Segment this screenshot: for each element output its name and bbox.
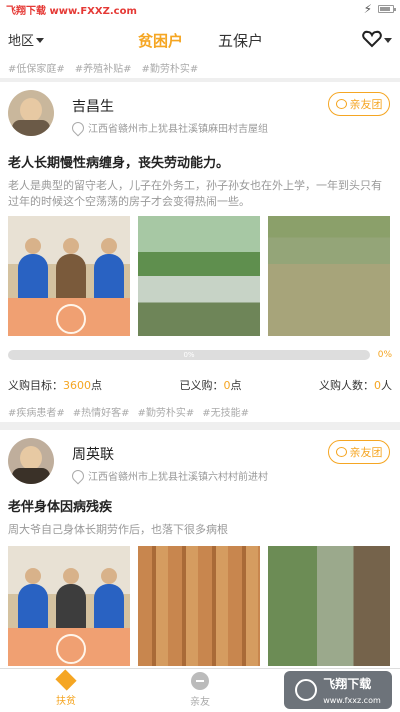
photo-row [8,216,392,336]
progress-bar: 0% [8,350,370,360]
photo-team[interactable] [8,216,130,336]
location: 江西省赣州市上犹县社溪镇六村村前进村 [69,467,268,484]
nav-friends-label: 亲友 [190,697,210,708]
photo-field[interactable] [268,216,390,336]
nav-friends[interactable]: 亲友 [170,672,230,708]
filter-tag[interactable]: #养殖补贴# [75,60,132,75]
card-tag[interactable]: #无技能# [202,404,249,419]
top-nav: 地区 贫困户 五保户 [0,18,400,58]
filter-tags: #低保家庭# #养殖补贴# #勤劳朴实# [0,56,400,78]
bottom-nav: 扶贫 亲友 飞翔下载 www.fxxz.com [0,668,400,712]
logo-text: 飞翔下载 www.fxxz.com [323,676,381,705]
relatives-button-label: 亲友团 [349,98,383,111]
card-tag[interactable]: #热情好客# [73,404,130,419]
nav-help[interactable]: 扶贫 [36,669,96,707]
person-name: 吉昌生 [72,99,114,115]
progress-percent: 0% [377,350,392,360]
location-pin-icon [69,467,87,484]
status-bar: 飞翔下载 www.FXXZ.com ⚡ [0,0,400,18]
description: 周大爷自己身体长期劳作后，也落下很多病根 [8,523,228,536]
caret-down-icon [384,37,392,43]
person-name: 周英联 [72,447,114,463]
household-card[interactable]: 吉昌生 江西省赣州市上犹县社溪镇麻田村吉屋组 亲友团 老人长期慢性病缠身，丧失劳… [0,82,400,422]
location: 江西省赣州市上犹县社溪镇麻田村吉屋组 [69,119,268,136]
relatives-group-button[interactable]: 亲友团 [328,92,390,116]
charging-icon: ⚡ [363,2,372,16]
chat-icon [335,447,347,457]
purchased-stat: 已义购：0点 [179,379,242,392]
photo-river[interactable] [138,216,260,336]
card-tag[interactable]: #勤劳朴实# [138,404,195,419]
target-stat: 义购目标：3600点 [8,379,102,392]
tab-poor-households[interactable]: 贫困户 [138,30,183,58]
location-text: 江西省赣州市上犹县社溪镇麻田村吉屋组 [88,124,268,135]
location-pin-icon [69,119,87,136]
progress-inner-label: 0% [183,351,195,359]
avatar[interactable] [8,438,54,484]
household-card[interactable]: 周英联 江西省赣州市上犹县社溪镇六村村前进村 亲友团 老伴身体因病残疾 周大爷自… [0,430,400,670]
region-label: 地区 [8,34,35,49]
card-tags: #疾病患者# #热情好客# #勤劳朴实# #无技能# [8,404,249,419]
nav-help-label: 扶贫 [56,696,76,707]
card-tag[interactable]: #疾病患者# [8,404,65,419]
caret-down-icon [36,38,45,43]
watermark-logo: 飞翔下载 www.fxxz.com [284,671,392,709]
location-text: 江西省赣州市上犹县社溪镇六村村前进村 [88,472,268,483]
heart-filter-button[interactable] [362,30,392,48]
avatar[interactable] [8,90,54,136]
friends-icon [191,672,209,690]
headline: 老伴身体因病残疾 [8,500,113,515]
photo-firewood[interactable] [138,546,260,666]
region-selector[interactable]: 地区 [8,30,45,49]
battery-icon [378,5,396,13]
photo-team[interactable] [8,546,130,666]
filter-tag[interactable]: #低保家庭# [8,60,65,75]
relatives-group-button[interactable]: 亲友团 [328,440,390,464]
relatives-button-label: 亲友团 [349,446,383,459]
tab-five-guarantee[interactable]: 五保户 [218,30,263,51]
count-stat: 义购人数：0人 [319,379,392,392]
photo-garden[interactable] [268,546,390,666]
status-icons: ⚡ [363,2,396,16]
chat-icon [335,99,347,109]
filter-tag[interactable]: #勤劳朴实# [142,60,199,75]
description: 老人是典型的留守老人，儿子在外务工，孙子孙女也在外上学，一年到头只有过年的时候这… [8,179,382,208]
stats-row: 义购目标：3600点 已义购：0点 义购人数：0人 [8,377,392,393]
heart-icon [55,669,77,691]
logo-mark-icon [295,679,318,701]
photo-row [8,546,392,666]
watermark-text: 飞翔下载 www.FXXZ.com [6,5,137,17]
heart-outline-icon [362,30,382,48]
headline: 老人长期慢性病缠身，丧失劳动能力。 [8,156,230,171]
